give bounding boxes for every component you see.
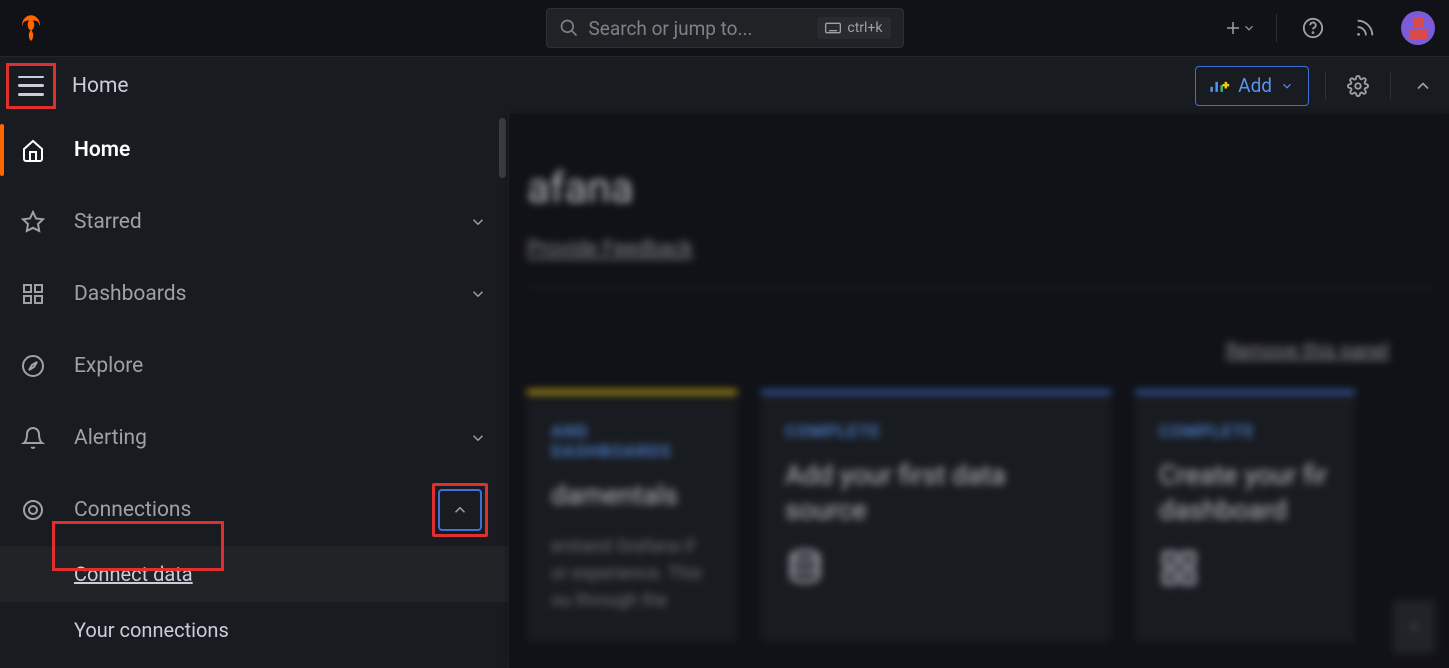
scroll-right-button[interactable]	[1393, 600, 1435, 654]
sidebar-item-label: Starred	[74, 210, 440, 234]
sidebar-item-dashboards[interactable]: Dashboards	[0, 258, 508, 330]
connections-collapse-button[interactable]	[438, 489, 482, 531]
sidebar-item-label: Home	[74, 138, 490, 162]
sidebar: Home Starred Dashboards Explore Alerting…	[0, 114, 509, 668]
search-icon	[559, 18, 579, 38]
hamburger-icon	[18, 76, 44, 96]
tutorial-card-3[interactable]: COMPLETE Create your fir dashboard	[1135, 390, 1355, 642]
help-button[interactable]	[1297, 12, 1329, 44]
chevron-down-icon	[1280, 79, 1294, 93]
add-label: Add	[1238, 74, 1272, 97]
card-desc: erstand Grafana if or experience. This o…	[551, 533, 713, 614]
main-content: afana Provide Feedback Remove this panel…	[509, 114, 1449, 668]
divider	[527, 287, 1437, 288]
star-icon	[21, 210, 45, 234]
shortcut-text: ctrl+k	[847, 20, 882, 36]
card-title: Create your fir dashboard	[1159, 458, 1331, 528]
menu-toggle-button[interactable]	[6, 63, 56, 109]
card-title: damentals	[551, 478, 713, 513]
feedback-link[interactable]: Provide Feedback	[527, 237, 1449, 261]
chevron-up-icon	[1413, 76, 1433, 96]
collapse-button[interactable]	[1407, 70, 1439, 102]
home-icon	[21, 138, 45, 162]
sidebar-item-home[interactable]: Home	[0, 114, 508, 186]
breadcrumb-home[interactable]: Home	[72, 74, 129, 98]
sidebar-item-connections[interactable]: Connections	[0, 474, 508, 546]
shortcut-chip: ctrl+k	[817, 17, 890, 39]
settings-button[interactable]	[1342, 70, 1374, 102]
bell-icon	[21, 426, 45, 450]
database-icon	[785, 548, 1087, 592]
chevron-down-icon	[469, 285, 487, 303]
chevron-down-icon	[469, 213, 487, 231]
sidebar-subitem-label: Your connections	[74, 618, 229, 642]
sidebar-scrollbar[interactable]	[498, 114, 508, 668]
divider	[1325, 72, 1326, 100]
search-placeholder: Search or jump to...	[589, 17, 808, 40]
card-status: AND DASHBOARDS	[551, 422, 713, 462]
sidebar-item-label: Connections	[74, 498, 406, 522]
sidebar-item-alerting[interactable]: Alerting	[0, 402, 508, 474]
chevron-down-icon	[469, 429, 487, 447]
divider	[1276, 14, 1277, 42]
page-title: afana	[527, 164, 1449, 213]
add-menu-button[interactable]	[1224, 12, 1256, 44]
sidebar-item-starred[interactable]: Starred	[0, 186, 508, 258]
sidebar-item-label: Dashboards	[74, 282, 440, 306]
plus-icon	[1224, 19, 1242, 37]
card-title: Add your first data source	[785, 458, 1087, 528]
panel-add-icon	[1210, 78, 1230, 94]
card-status: COMPLETE	[1159, 422, 1331, 442]
sidebar-item-explore[interactable]: Explore	[0, 330, 508, 402]
help-icon	[1302, 17, 1324, 39]
gear-icon	[1347, 75, 1369, 97]
tutorial-card-2[interactable]: COMPLETE Add your first data source	[761, 390, 1111, 642]
chevron-down-icon	[1242, 21, 1256, 35]
sidebar-subitem-your-connections[interactable]: Your connections	[0, 602, 508, 658]
connections-icon	[21, 498, 45, 522]
grid-icon	[1159, 548, 1331, 592]
keyboard-icon	[825, 22, 841, 34]
grafana-logo-icon[interactable]	[14, 11, 48, 45]
search-input[interactable]: Search or jump to... ctrl+k	[546, 8, 904, 48]
add-button[interactable]: Add	[1195, 66, 1309, 106]
rss-icon	[1354, 17, 1376, 39]
grid-icon	[21, 282, 45, 306]
sidebar-item-label: Alerting	[74, 426, 440, 450]
tutorial-card-1[interactable]: AND DASHBOARDS damentals erstand Grafana…	[527, 390, 737, 642]
compass-icon	[21, 354, 45, 378]
chevron-right-icon	[1407, 620, 1421, 634]
remove-panel-link[interactable]: Remove this panel	[527, 338, 1449, 362]
user-avatar[interactable]	[1401, 11, 1435, 45]
sidebar-item-label: Explore	[74, 354, 490, 378]
divider	[1390, 72, 1391, 100]
sidebar-subitem-label: Connect data	[74, 562, 193, 586]
chevron-up-icon	[451, 501, 469, 519]
news-button[interactable]	[1349, 12, 1381, 44]
sidebar-subitem-connect-data[interactable]: Connect data	[0, 546, 508, 602]
connections-chevron-highlight	[432, 483, 488, 537]
card-status: COMPLETE	[785, 422, 1087, 442]
